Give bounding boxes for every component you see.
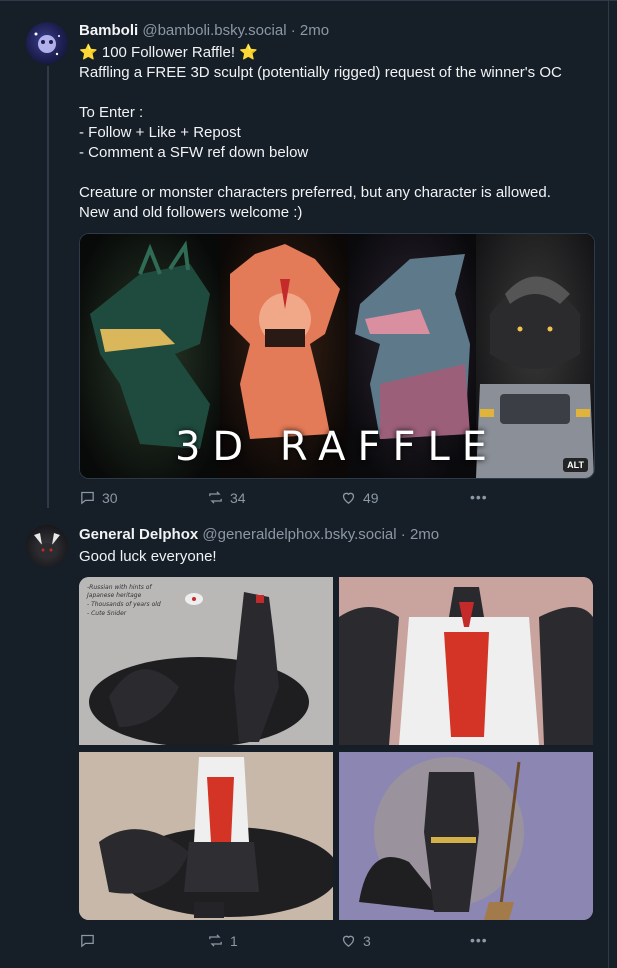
post-text-line: Raffling a FREE 3D sculpt (potentially r…: [79, 64, 562, 81]
post-text-line: To Enter :: [79, 104, 144, 121]
more-options-button[interactable]: •••: [470, 932, 488, 948]
avatar-art-icon: [34, 32, 60, 56]
post-text-blank: [79, 163, 599, 183]
author-handle[interactable]: @generaldelphox.bsky.social: [202, 526, 396, 543]
separator: ·: [400, 526, 406, 543]
post-time[interactable]: 2mo: [300, 22, 329, 39]
post-text-line: Good luck everyone!: [79, 548, 217, 565]
star-icon: ⭐: [79, 44, 98, 61]
post-actions: 1 3 •••: [79, 932, 499, 952]
reply-icon: [81, 934, 94, 948]
grid-image-4[interactable]: [339, 752, 593, 920]
post-image[interactable]: 3D RAFFLE ALT: [79, 233, 595, 479]
reply-count: 30: [102, 489, 118, 506]
sketch-note-4: - Cute Snider: [87, 610, 127, 617]
raffle-title: 100 Follower Raffle!: [101, 44, 235, 61]
like-count: 3: [363, 932, 371, 949]
reply-button[interactable]: 30: [79, 489, 118, 506]
sketch-note-1: -Russian with hints of: [87, 584, 152, 591]
repost-icon: [209, 934, 222, 947]
post-actions: 30 34 49 •••: [79, 489, 499, 509]
author-handle[interactable]: @bamboli.bsky.social: [142, 22, 286, 39]
post-text-line: - Follow + Like + Repost: [79, 124, 241, 141]
separator: ·: [290, 22, 296, 39]
post-text-blank: [79, 83, 599, 103]
grid-image-1[interactable]: -Russian with hints of Japanese heritage…: [79, 577, 333, 745]
raffle-banner-text: 3D RAFFLE: [174, 424, 500, 470]
post-text-line-1: ⭐ 100 Follower Raffle! ⭐: [79, 43, 599, 63]
character-sketch: -Russian with hints of Japanese heritage…: [79, 577, 333, 745]
like-button[interactable]: 3: [340, 932, 371, 949]
post-text-line: New and old followers welcome :): [79, 204, 303, 221]
repost-button[interactable]: 34: [207, 489, 246, 506]
image-grid: -Russian with hints of Japanese heritage…: [79, 577, 593, 920]
post-header: Bamboli @bamboli.bsky.social · 2mo: [79, 21, 329, 41]
thread-line: [47, 66, 49, 508]
character-sketch: [79, 752, 333, 920]
author-name[interactable]: Bamboli: [79, 22, 138, 39]
star-icon: ⭐: [239, 44, 258, 61]
heart-icon: [342, 492, 355, 504]
character-sketch: [339, 577, 593, 745]
avatar[interactable]: [26, 22, 68, 64]
sketch-note-2: Japanese heritage: [86, 592, 142, 599]
like-button[interactable]: 49: [340, 489, 379, 506]
post-header: General Delphox @generaldelphox.bsky.soc…: [79, 525, 439, 545]
author-name[interactable]: General Delphox: [79, 526, 198, 543]
post-general-delphox[interactable]: General Delphox @generaldelphox.bsky.soc…: [0, 515, 609, 968]
heart-icon: [342, 935, 355, 947]
reply-icon: [81, 491, 94, 505]
reply-button[interactable]: [79, 932, 102, 949]
more-icon: •••: [470, 489, 488, 505]
post-text-line: Creature or monster characters preferred…: [79, 184, 551, 201]
more-options-button[interactable]: •••: [470, 489, 488, 505]
sketch-note-3: - Thousands of years old: [87, 601, 161, 608]
character-sketch: [339, 752, 593, 920]
post-bamboli[interactable]: Bamboli @bamboli.bsky.social · 2mo ⭐ 100…: [0, 0, 609, 515]
post-time[interactable]: 2mo: [410, 526, 439, 543]
avatar-art-icon: [34, 533, 60, 559]
grid-image-3[interactable]: [79, 752, 333, 920]
post-text: Good luck everyone!: [79, 547, 599, 567]
repost-count: 34: [230, 489, 246, 506]
repost-count: 1: [230, 932, 238, 949]
post-text-line: - Comment a SFW ref down below: [79, 144, 309, 161]
grid-image-2[interactable]: [339, 577, 593, 745]
like-count: 49: [363, 489, 379, 506]
repost-icon: [209, 491, 222, 504]
repost-button[interactable]: 1: [207, 932, 238, 949]
avatar[interactable]: [26, 525, 68, 567]
post-text: ⭐ 100 Follower Raffle! ⭐ Raffling a FREE…: [79, 43, 599, 223]
more-icon: •••: [470, 932, 488, 948]
alt-badge[interactable]: ALT: [563, 458, 588, 472]
